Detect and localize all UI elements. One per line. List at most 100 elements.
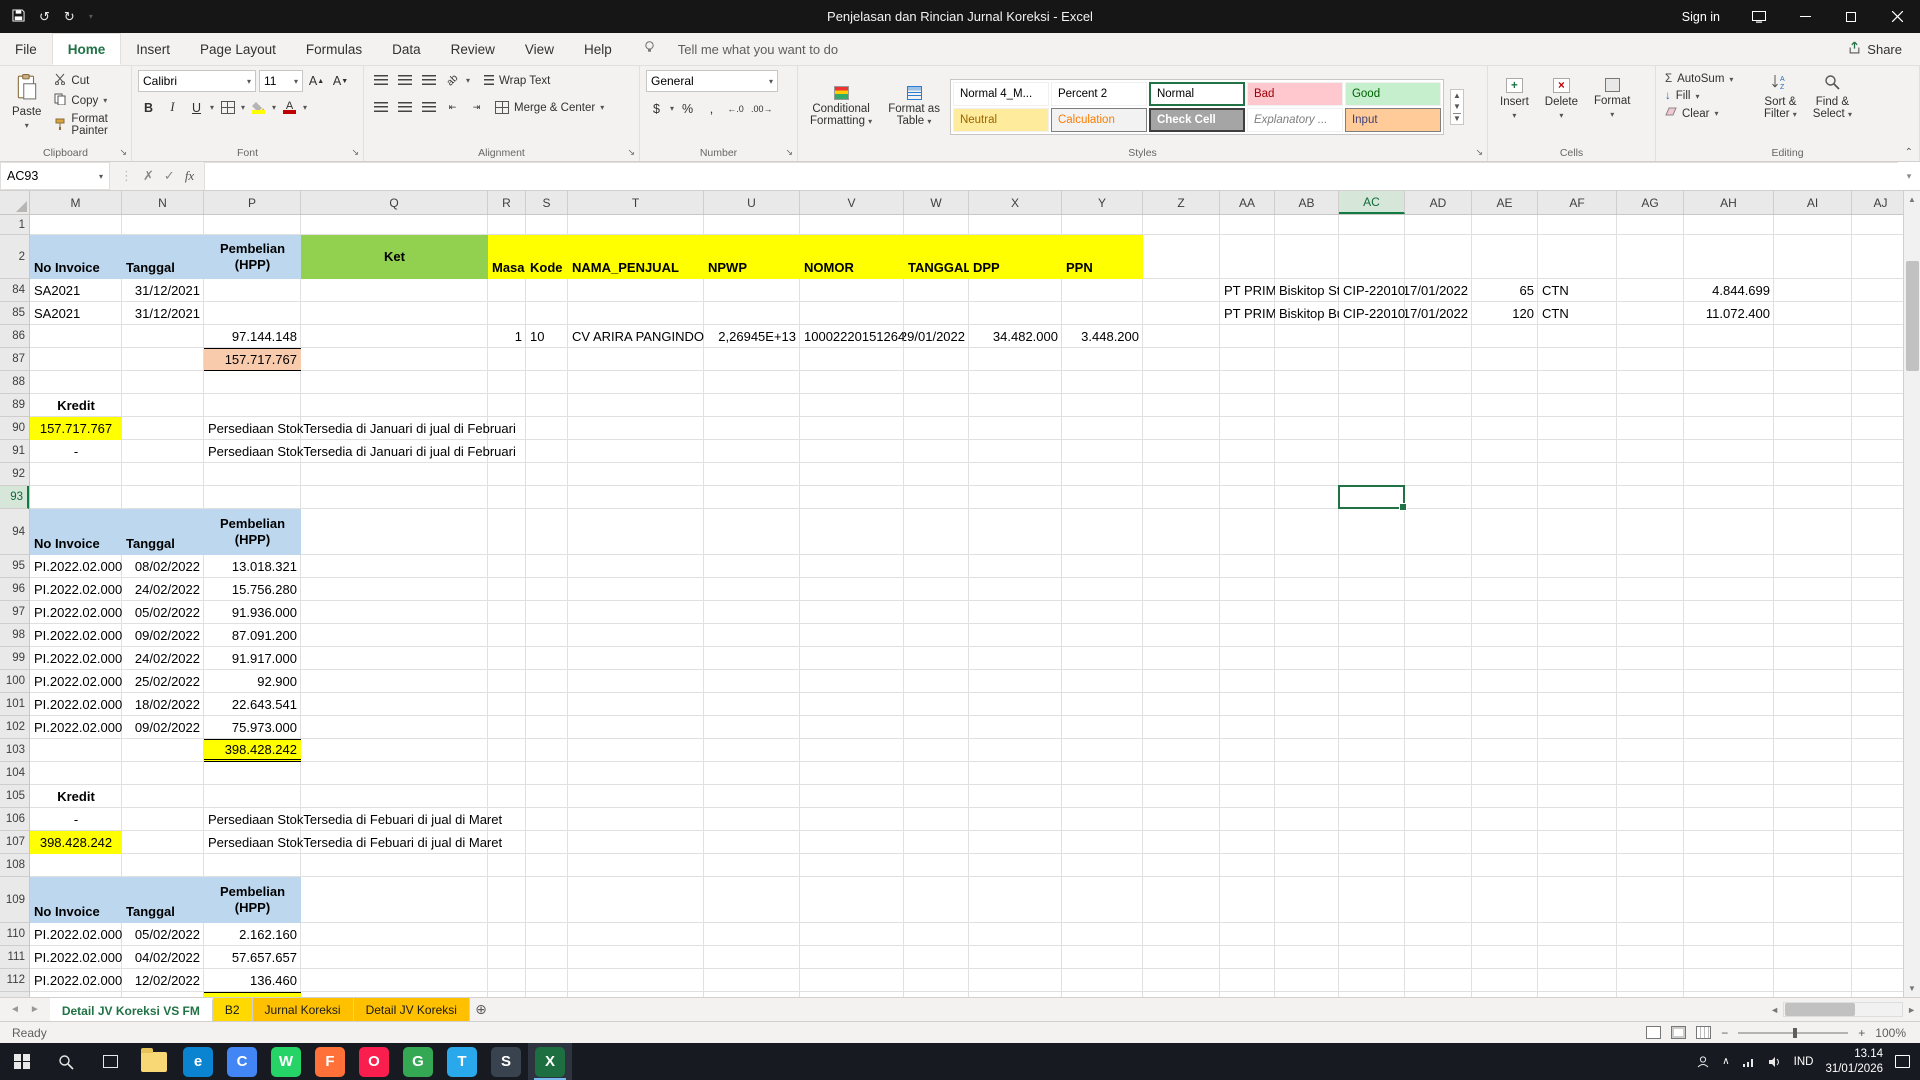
row-header-95[interactable]: 95 — [0, 555, 29, 578]
column-header-Y[interactable]: Y — [1062, 191, 1143, 214]
cell-style-percent-2[interactable]: Percent 2 — [1051, 82, 1147, 106]
row-header-97[interactable]: 97 — [0, 601, 29, 624]
cell-P97[interactable]: 91.936.000 — [204, 601, 301, 624]
cell-M94[interactable]: No Invoice — [30, 509, 122, 555]
cell-M95[interactable]: PI.2022.02.00007 — [30, 555, 122, 578]
cell-style-normal-4-m-[interactable]: Normal 4_M... — [953, 82, 1049, 106]
hscroll-right-icon[interactable]: ► — [1907, 1005, 1916, 1015]
cell-S2[interactable]: Kode — [526, 235, 568, 279]
cell-M101[interactable]: PI.2022.02.00023 — [30, 693, 122, 716]
column-header-Z[interactable]: Z — [1143, 191, 1220, 214]
cell-M96[interactable]: PI.2022.02.00043 — [30, 578, 122, 601]
cell-M89[interactable]: Kredit — [30, 394, 122, 417]
column-header-AA[interactable]: AA — [1220, 191, 1275, 214]
clear-button[interactable]: Clear▾ — [1662, 106, 1754, 121]
cell-P86[interactable]: 97.144.148 — [204, 325, 301, 348]
cell-AD85[interactable]: 17/01/2022 — [1405, 302, 1472, 325]
tab-home[interactable]: Home — [52, 33, 122, 65]
cell-M90[interactable]: 157.717.767 — [30, 417, 122, 440]
column-header-N[interactable]: N — [122, 191, 204, 214]
new-sheet-button[interactable]: ⊕ — [470, 998, 492, 1021]
cancel-icon[interactable]: ✗ — [143, 168, 154, 184]
row-header-108[interactable]: 108 — [0, 854, 29, 877]
cell-T2[interactable]: NAMA_PENJUAL — [568, 235, 704, 279]
cell-M91[interactable]: - — [30, 440, 122, 463]
italic-button[interactable]: I — [162, 97, 183, 118]
cell-style-neutral[interactable]: Neutral — [953, 108, 1049, 132]
cell-style-normal[interactable]: Normal — [1149, 82, 1245, 106]
cell-N100[interactable]: 25/02/2022 — [122, 670, 204, 693]
column-header-W[interactable]: W — [904, 191, 969, 214]
cell-M105[interactable]: Kredit — [30, 785, 122, 808]
number-format-select[interactable]: General▾ — [646, 70, 778, 92]
decrease-font-icon[interactable]: A▼ — [330, 71, 351, 92]
row-header-110[interactable]: 110 — [0, 923, 29, 946]
cell-P94[interactable]: Pembelian (HPP) — [204, 509, 301, 555]
cell-M106[interactable]: - — [30, 808, 122, 831]
cell-AH84[interactable]: 4.844.699 — [1684, 279, 1774, 302]
cell-Y86[interactable]: 3.448.200 — [1062, 325, 1143, 348]
cell-AF85[interactable]: CTN — [1538, 302, 1617, 325]
align-right-icon[interactable] — [418, 97, 439, 118]
tray-expand-icon[interactable]: ∧ — [1722, 1056, 1729, 1067]
row-header-101[interactable]: 101 — [0, 693, 29, 716]
scroll-down-icon[interactable]: ▼ — [1904, 980, 1920, 997]
cell-W2[interactable]: TANGGAL — [904, 235, 969, 279]
orientation-icon[interactable]: ab — [442, 70, 463, 91]
sheet-tab-detail-jv-koreksi[interactable]: Detail JV Koreksi — [354, 998, 470, 1021]
cell-P101[interactable]: 22.643.541 — [204, 693, 301, 716]
column-header-AH[interactable]: AH — [1684, 191, 1774, 214]
cell-N97[interactable]: 05/02/2022 — [122, 601, 204, 624]
sheet-tab-detail-jv-koreksi-vs-fm[interactable]: Detail JV Koreksi VS FM — [50, 998, 213, 1021]
cell-N101[interactable]: 18/02/2022 — [122, 693, 204, 716]
cell-P87[interactable]: 157.717.767 — [204, 348, 301, 371]
row-header-105[interactable]: 105 — [0, 785, 29, 808]
decrease-indent-icon[interactable]: ⇤ — [442, 97, 463, 118]
normal-view-icon[interactable] — [1646, 1026, 1661, 1039]
row-header-90[interactable]: 90 — [0, 417, 29, 440]
cell-S86[interactable]: 10 — [526, 325, 568, 348]
tab-review[interactable]: Review — [436, 33, 510, 65]
format-as-table-button[interactable]: Format asTable ▾ — [882, 82, 946, 131]
column-header-R[interactable]: R — [488, 191, 526, 214]
column-header-T[interactable]: T — [568, 191, 704, 214]
cell-AC84[interactable]: CIP-22010 — [1339, 279, 1405, 302]
taskbar-chrome[interactable]: C — [220, 1043, 264, 1080]
styles-more-icon[interactable]: ▼ — [1453, 113, 1461, 123]
cell-V86[interactable]: 100022201512643 — [800, 325, 904, 348]
cell-AF84[interactable]: CTN — [1538, 279, 1617, 302]
taskbar-whatsapp[interactable]: W — [264, 1043, 308, 1080]
tab-insert[interactable]: Insert — [121, 33, 185, 65]
row-header-87[interactable]: 87 — [0, 348, 29, 371]
row-header-93[interactable]: 93 — [0, 486, 29, 509]
start-button[interactable] — [0, 1043, 44, 1080]
increase-decimal-icon[interactable]: ←.0 — [725, 98, 746, 119]
column-header-AD[interactable]: AD — [1405, 191, 1472, 214]
cell-P99[interactable]: 91.917.000 — [204, 647, 301, 670]
styles-scroll-up-icon[interactable]: ▲ — [1453, 91, 1461, 100]
cell-Y2[interactable]: PPN — [1062, 235, 1143, 279]
taskbar-file-explorer[interactable] — [132, 1043, 176, 1080]
number-dialog-launcher-icon[interactable]: ↘ — [784, 146, 794, 159]
cell-N95[interactable]: 08/02/2022 — [122, 555, 204, 578]
cell-N84[interactable]: 31/12/2021 — [122, 279, 204, 302]
tab-data[interactable]: Data — [377, 33, 436, 65]
close-button[interactable] — [1874, 0, 1920, 33]
find-select-button[interactable]: Find &Select ▾ — [1807, 70, 1858, 143]
cell-N112[interactable]: 12/02/2022 — [122, 969, 204, 992]
cell-N94[interactable]: Tanggal — [122, 509, 204, 555]
format-cells-button[interactable]: Format▾ — [1588, 74, 1636, 123]
cell-P109[interactable]: Pembelian (HPP) — [204, 877, 301, 923]
autosum-button[interactable]: ΣAutoSum▾ — [1662, 72, 1754, 86]
cell-M100[interactable]: PI.2022.02.00046 — [30, 670, 122, 693]
wrap-text-button[interactable]: Wrap Text — [481, 74, 553, 88]
cell-P95[interactable]: 13.018.321 — [204, 555, 301, 578]
decrease-decimal-icon[interactable]: .00→ — [749, 98, 775, 119]
taskbar-telegram[interactable]: T — [440, 1043, 484, 1080]
cell-AE85[interactable]: 120 — [1472, 302, 1538, 325]
cell-X86[interactable]: 34.482.000 — [969, 325, 1062, 348]
cell-N96[interactable]: 24/02/2022 — [122, 578, 204, 601]
network-icon[interactable] — [1742, 1056, 1756, 1068]
cell-P110[interactable]: 2.162.160 — [204, 923, 301, 946]
cell-AB84[interactable]: Biskitop Sti — [1275, 279, 1339, 302]
